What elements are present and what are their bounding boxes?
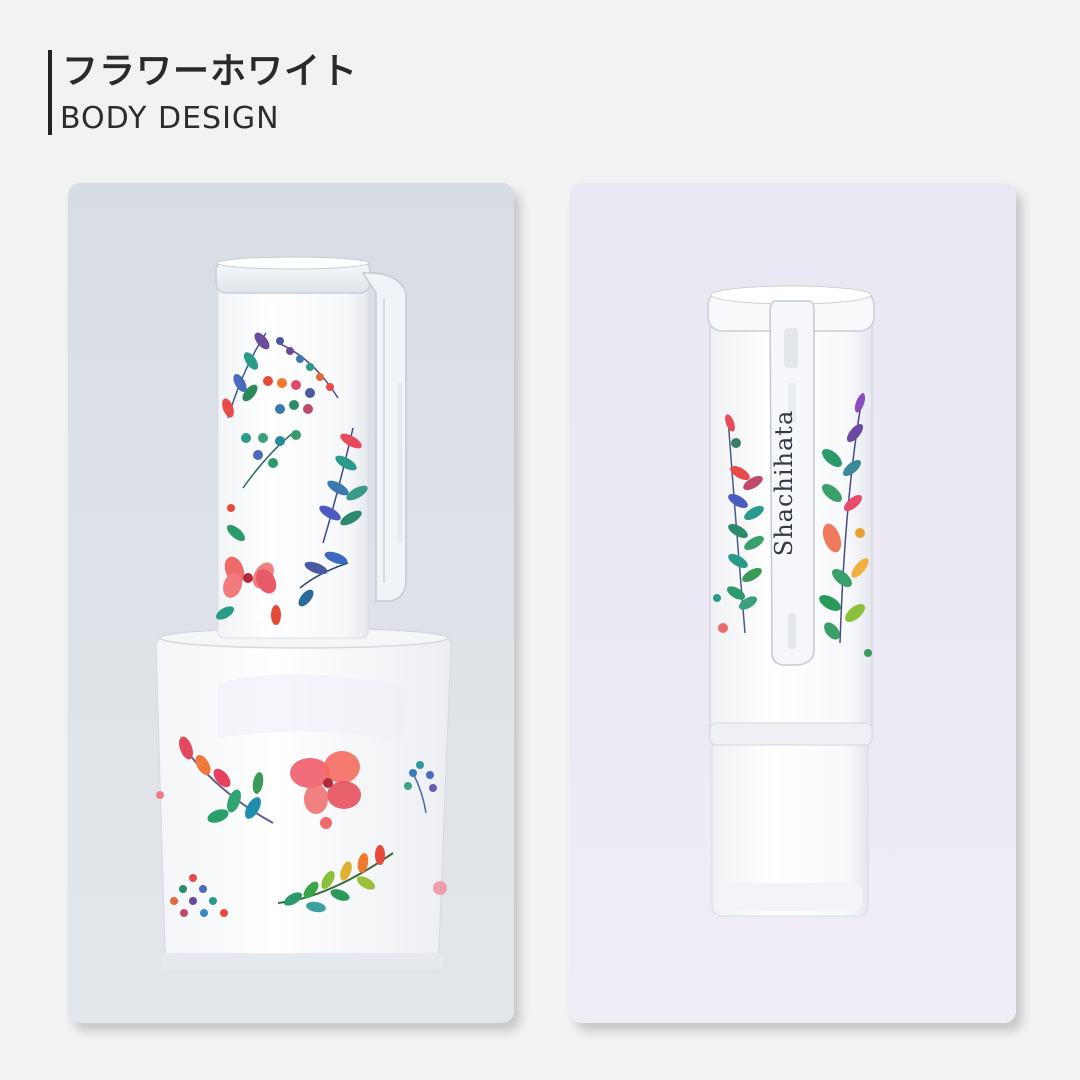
body-design-subtitle: BODY DESIGN <box>60 101 280 136</box>
brand-label: Shachihata <box>770 410 798 557</box>
stamp-body-right: Shachihata <box>707 285 875 917</box>
header-accent-bar <box>48 50 52 135</box>
product-color-title: フラワーホワイト <box>62 51 359 92</box>
product-photo-standalone: Shachihata <box>570 183 1016 1023</box>
stamp-body <box>215 256 407 639</box>
section-header: フラワーホワイト BODY DESIGN <box>44 50 644 136</box>
stamp-standalone-illustration: Shachihata <box>707 285 875 917</box>
stamp-on-stand-illustration <box>155 256 452 969</box>
product-photo-with-stand <box>68 183 514 1023</box>
display-stand <box>155 627 452 969</box>
